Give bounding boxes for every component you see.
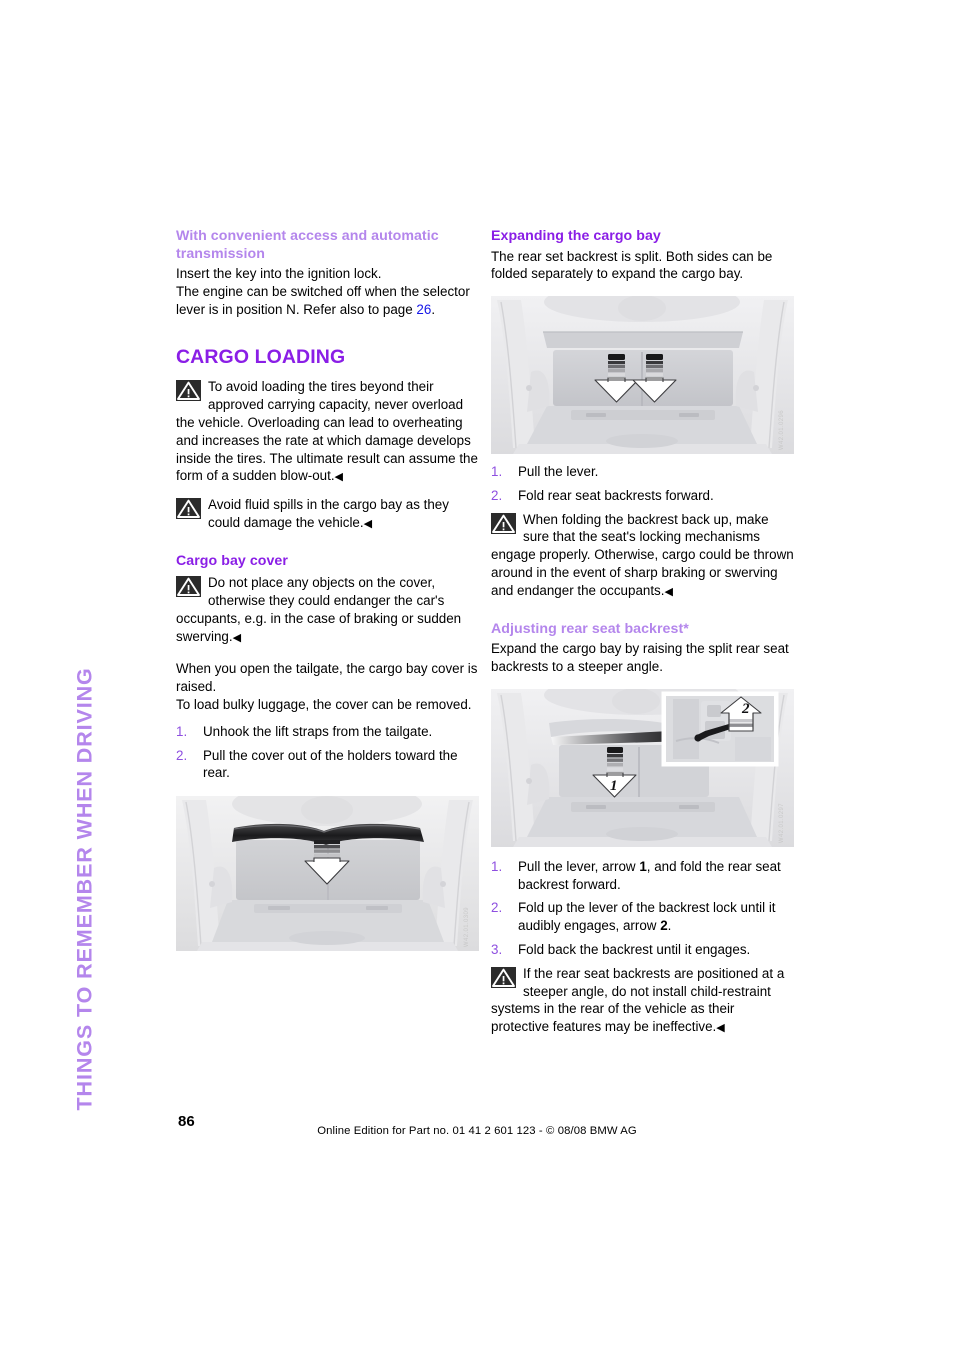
subheading-expanding-cargo-bay: Expanding the cargo bay xyxy=(491,228,661,244)
warning-note-no-objects-text: Do not place any objects on the cover, o… xyxy=(176,575,462,644)
paragraph-raise-steeper-angle: Expand the cargo bay by raising the spli… xyxy=(491,641,789,674)
figure-watermark: W42.01.0297 xyxy=(779,802,786,843)
list-item-arrow-ref: 2 xyxy=(660,918,668,934)
warning-triangle-icon xyxy=(176,380,201,402)
subheading-cargo-bay-cover: Cargo bay cover xyxy=(176,552,288,569)
running-head-label: THINGS TO REMEMBER WHEN DRIVING xyxy=(72,667,97,1111)
page-crossref-26[interactable]: 26 xyxy=(416,302,431,317)
warning-triangle-icon xyxy=(491,966,516,988)
figure-watermark: W42.01.0296 xyxy=(779,410,786,451)
paragraph-bulky-luggage: To load bulky luggage, the cover can be … xyxy=(176,697,472,713)
steps-list-expanding: 1. Pull the lever. 2. Fold rear seat bac… xyxy=(491,463,794,505)
warning-note-overload: To avoid loading the tires beyond their … xyxy=(176,378,479,487)
subheading-convenient-access: With convenient access and automatic tra… xyxy=(176,228,439,262)
warning-triangle-icon xyxy=(176,576,201,598)
running-head-vertical: THINGS TO REMEMBER WHEN DRIVING xyxy=(0,228,150,1110)
steps-list-cover-removal: 1. Unhook the lift straps from the tailg… xyxy=(176,723,479,782)
list-item: 1. Unhook the lift straps from the tailg… xyxy=(176,723,479,741)
list-item: 2. Fold rear seat backrests forward. xyxy=(491,487,794,505)
figure-callout-2: 2 xyxy=(741,701,750,717)
figure-adjusting-backrest: 1 2 W42.01.0297 xyxy=(491,688,794,847)
list-item-text-post: . xyxy=(667,918,672,934)
warning-note-locking-text: When folding the backrest back up, make … xyxy=(491,511,794,598)
list-item: 2. Pull the cover out of the holders tow… xyxy=(176,747,479,783)
end-of-note-marker: ◀ xyxy=(232,631,242,644)
list-item: 1. Pull the lever, arrow 1, and fold the … xyxy=(491,858,794,894)
right-column: Expanding the cargo bay The rear set bac… xyxy=(491,228,794,1038)
paragraph-insert-key: Insert the key into the ignition lock. xyxy=(176,266,382,281)
list-item: 2. Fold up the lever of the backrest lock… xyxy=(491,899,794,935)
list-item-text: Pull the lever. xyxy=(518,464,599,480)
list-item-text-pre: Fold back the backrest until it engages. xyxy=(518,941,751,957)
list-item-number: 1. xyxy=(491,464,503,480)
subheading-adjusting-rear-seat-backrest: Adjusting rear seat backrest* xyxy=(491,620,689,637)
list-item-text-pre: Pull the lever, arrow xyxy=(518,858,640,874)
list-item: 1. Pull the lever. xyxy=(491,463,794,481)
end-of-note-marker: ◀ xyxy=(664,585,673,598)
figure-callout-1: 1 xyxy=(610,778,618,794)
section-title-cargo-loading: CARGO LOADING xyxy=(176,346,346,369)
figure-cargo-bay-cover: W42.01.0309 xyxy=(176,796,479,952)
list-item-number: 2. xyxy=(176,747,188,763)
warning-triangle-icon xyxy=(176,498,201,520)
list-item-number: 3. xyxy=(491,941,503,957)
figure-expanding-cargo-bay-illustration xyxy=(491,296,794,455)
end-of-note-marker: ◀ xyxy=(716,1022,725,1035)
steps-list-adjusting: 1. Pull the lever, arrow 1, and fold the … xyxy=(491,858,794,959)
footer-edition-line: Online Edition for Part no. 01 41 2 601 … xyxy=(317,1125,637,1137)
figure-adjusting-backrest-illustration: 1 2 xyxy=(491,688,794,847)
list-item-number: 1. xyxy=(176,723,188,739)
end-of-note-marker: ◀ xyxy=(363,517,373,530)
paragraph-split-backrest: The rear set backrest is split. Both sid… xyxy=(491,248,773,282)
list-item-number: 2. xyxy=(491,900,503,916)
paragraph-engine-period: . xyxy=(431,301,436,317)
paragraph-engine-switch-off: The engine can be switched off when the … xyxy=(176,283,479,319)
list-item-number: 2. xyxy=(491,487,503,503)
list-item-arrow-ref: 1 xyxy=(639,858,647,874)
list-item-text: Unhook the lift straps from the tailgate… xyxy=(203,723,433,739)
warning-note-child-restraint: If the rear seat backrests are positione… xyxy=(491,965,794,1038)
figure-inset-detail: 2 xyxy=(661,691,779,767)
warning-note-fluid-spills-text: Avoid fluid spills in the cargo bay as t… xyxy=(208,497,449,530)
figure-cargo-bay-cover-illustration xyxy=(176,796,479,952)
manual-page: THINGS TO REMEMBER WHEN DRIVING With con… xyxy=(0,0,954,1350)
list-item-number: 1. xyxy=(491,858,503,874)
warning-note-no-objects: Do not place any objects on the cover, o… xyxy=(176,574,479,647)
warning-note-locking-mechanisms: When folding the backrest back up, make … xyxy=(491,511,794,602)
warning-note-child-restraint-text: If the rear seat backrests are positione… xyxy=(491,965,785,1035)
left-column: With convenient access and automatic tra… xyxy=(176,228,479,952)
warning-triangle-icon xyxy=(491,512,516,534)
figure-expanding-cargo-bay: W42.01.0296 xyxy=(491,296,794,455)
warning-note-fluid-spills: Avoid fluid spills in the cargo bay as t… xyxy=(176,496,479,534)
list-item-text: Pull the cover out of the holders toward… xyxy=(203,747,458,781)
warning-note-overload-text: To avoid loading the tires beyond their … xyxy=(176,379,478,484)
paragraph-tailgate-raises-cover: When you open the tailgate, the cargo ba… xyxy=(176,661,478,695)
list-item-text-pre: Fold up the lever of the backrest lock u… xyxy=(518,900,776,934)
figure-watermark: W42.01.0309 xyxy=(464,907,471,948)
list-item: 3. Fold back the backrest until it engage… xyxy=(491,941,794,959)
end-of-note-marker: ◀ xyxy=(334,471,344,484)
list-item-text: Fold rear seat backrests forward. xyxy=(518,487,714,503)
